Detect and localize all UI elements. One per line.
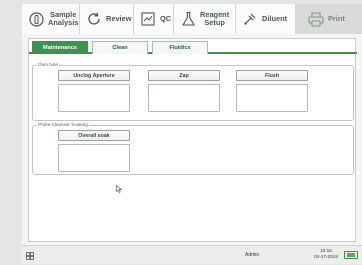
unclog-aperture-result [58,84,130,112]
maintenance-panel: Maintenance Clean Fluidics Gem hole Uncl… [28,38,357,242]
overall-soak-result [58,144,130,172]
probe-cleanser-title: Probe Cleanser Soaking [37,122,89,128]
analyzer-screen: Sample Analysis Review QC Reagent Setup … [22,4,362,264]
gem-hole-group: Gem hole Unclog Aperture Zap Flush [32,62,354,121]
nav-reagent-setup-label: Reagent Setup [200,10,230,27]
review-icon [86,11,102,27]
nav-qc-label: QC [160,14,172,23]
flush-button[interactable]: Flush [236,70,308,81]
date-time: 10:15 04-17-2019 [309,248,343,260]
probe-cleanser-group: Probe Cleanser Soaking Overall soak [32,122,354,175]
battery-icon [344,251,358,259]
nav-review[interactable]: Review [80,4,134,34]
tab-bar: Maintenance Clean Fluidics [29,39,357,54]
gem-hole-title: Gem hole [37,62,59,68]
sample-analysis-icon [28,11,44,27]
nav-sample-analysis-label: Sample Analysis [48,10,79,27]
status-bar: Admin 10:15 04-17-2019 [22,245,362,264]
nav-diluent[interactable]: Diluent [236,4,296,34]
tab-fluidics[interactable]: Fluidics [152,41,208,54]
clock-date: 04-17-2019 [314,254,338,259]
unclog-aperture-button[interactable]: Unclog Aperture [58,70,130,81]
nav-print[interactable]: Print [296,4,362,34]
zap-button[interactable]: Zap [148,70,220,81]
nav-sample-analysis[interactable]: Sample Analysis [22,4,80,34]
nav-print-label: Print [328,14,345,23]
nav-qc[interactable]: QC [134,4,174,34]
mouse-cursor-icon [116,180,123,198]
grid-menu-icon[interactable] [22,246,38,265]
nav-reagent-setup[interactable]: Reagent Setup [174,4,236,34]
zap-result [148,84,220,112]
printer-icon [308,11,324,27]
flush-result [236,84,308,112]
overall-soak-button[interactable]: Overall soak [58,130,130,141]
nav-diluent-label: Diluent [262,14,288,23]
current-user: Admin [245,252,260,258]
reagent-flask-icon [180,11,196,27]
tab-clean[interactable]: Clean [92,41,148,54]
nav-review-label: Review [106,14,132,23]
diluent-icon [242,11,258,27]
tab-maintenance[interactable]: Maintenance [32,41,88,54]
qc-icon [140,11,156,27]
top-navigation: Sample Analysis Review QC Reagent Setup … [22,4,362,34]
